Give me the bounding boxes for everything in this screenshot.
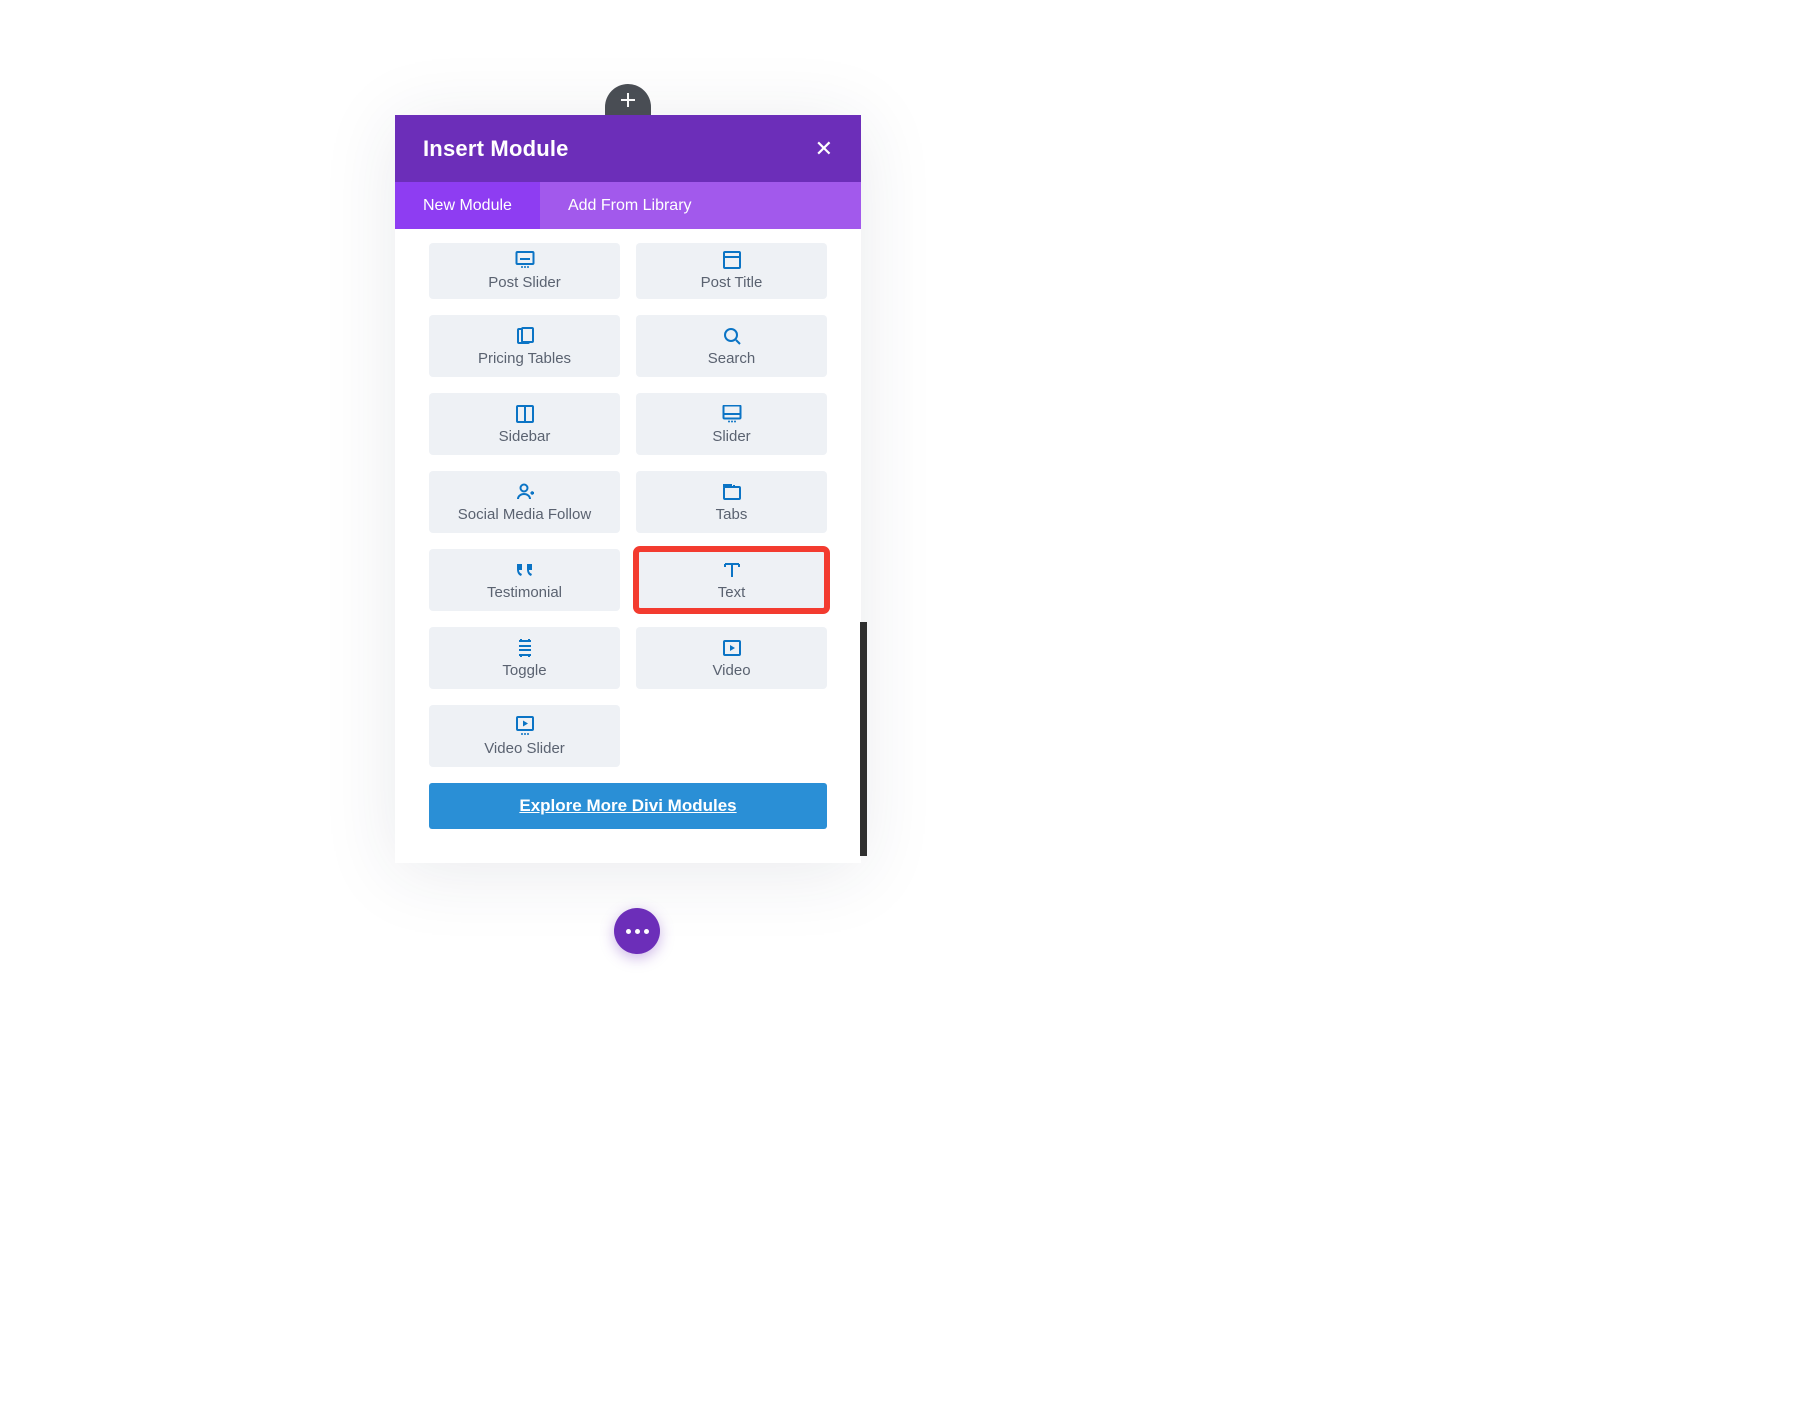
module-label: Social Media Follow	[458, 506, 591, 523]
module-search[interactable]: Search	[636, 315, 827, 377]
toggle-icon	[515, 638, 535, 658]
tabs-icon	[722, 482, 742, 502]
social-follow-icon	[515, 482, 535, 502]
add-module-knob[interactable]	[605, 84, 651, 115]
module-video[interactable]: Video	[636, 627, 827, 689]
fab-more-icon[interactable]	[614, 908, 660, 954]
dot-icon	[644, 929, 649, 934]
post-slider-icon	[515, 250, 535, 270]
explore-more-modules-button[interactable]: Explore More Divi Modules	[429, 783, 827, 829]
module-label: Text	[718, 584, 746, 601]
text-icon	[722, 560, 742, 580]
modal-header: Insert Module ✕	[395, 115, 861, 182]
module-label: Tabs	[716, 506, 748, 523]
modal-title: Insert Module	[423, 136, 569, 162]
module-social-media-follow[interactable]: Social Media Follow	[429, 471, 620, 533]
module-testimonial[interactable]: Testimonial	[429, 549, 620, 611]
video-icon	[722, 638, 742, 658]
module-sidebar[interactable]: Sidebar	[429, 393, 620, 455]
modal-container: Insert Module ✕ New Module Add From Libr…	[395, 85, 861, 833]
module-label: Search	[708, 350, 756, 367]
module-label: Slider	[712, 428, 750, 445]
module-label: Pricing Tables	[478, 350, 571, 367]
module-tabs[interactable]: Tabs	[636, 471, 827, 533]
tab-new-module[interactable]: New Module	[395, 182, 540, 229]
modal-tabs: New Module Add From Library	[395, 182, 861, 229]
dot-icon	[626, 929, 631, 934]
close-icon[interactable]: ✕	[815, 138, 833, 160]
slider-icon	[722, 404, 742, 424]
module-label: Sidebar	[499, 428, 551, 445]
tab-label: New Module	[423, 197, 512, 215]
module-slider[interactable]: Slider	[636, 393, 827, 455]
module-text[interactable]: Text	[636, 549, 827, 611]
module-label: Testimonial	[487, 584, 562, 601]
module-grid: Post Slider Post Title	[429, 243, 827, 767]
explore-button-label: Explore More Divi Modules	[519, 796, 736, 816]
module-pricing-tables[interactable]: Pricing Tables	[429, 315, 620, 377]
tab-add-from-library[interactable]: Add From Library	[540, 182, 720, 229]
sidebar-icon	[515, 404, 535, 424]
tab-label: Add From Library	[568, 197, 692, 215]
module-video-slider[interactable]: Video Slider	[429, 705, 620, 767]
module-list: Post Slider Post Title	[395, 229, 861, 863]
video-slider-icon	[515, 716, 535, 736]
insert-module-modal: Insert Module ✕ New Module Add From Libr…	[395, 115, 861, 863]
module-post-title[interactable]: Post Title	[636, 243, 827, 299]
module-post-slider[interactable]: Post Slider	[429, 243, 620, 299]
module-label: Video	[712, 662, 750, 679]
scrollbar-thumb[interactable]	[860, 622, 867, 856]
module-label: Toggle	[502, 662, 546, 679]
dot-icon	[635, 929, 640, 934]
search-icon	[722, 326, 742, 346]
module-label: Post Slider	[488, 274, 561, 291]
module-label: Post Title	[701, 274, 763, 291]
pricing-tables-icon	[515, 326, 535, 346]
testimonial-icon	[514, 560, 536, 580]
module-label: Video Slider	[484, 740, 565, 757]
post-title-icon	[722, 250, 742, 270]
module-toggle[interactable]: Toggle	[429, 627, 620, 689]
